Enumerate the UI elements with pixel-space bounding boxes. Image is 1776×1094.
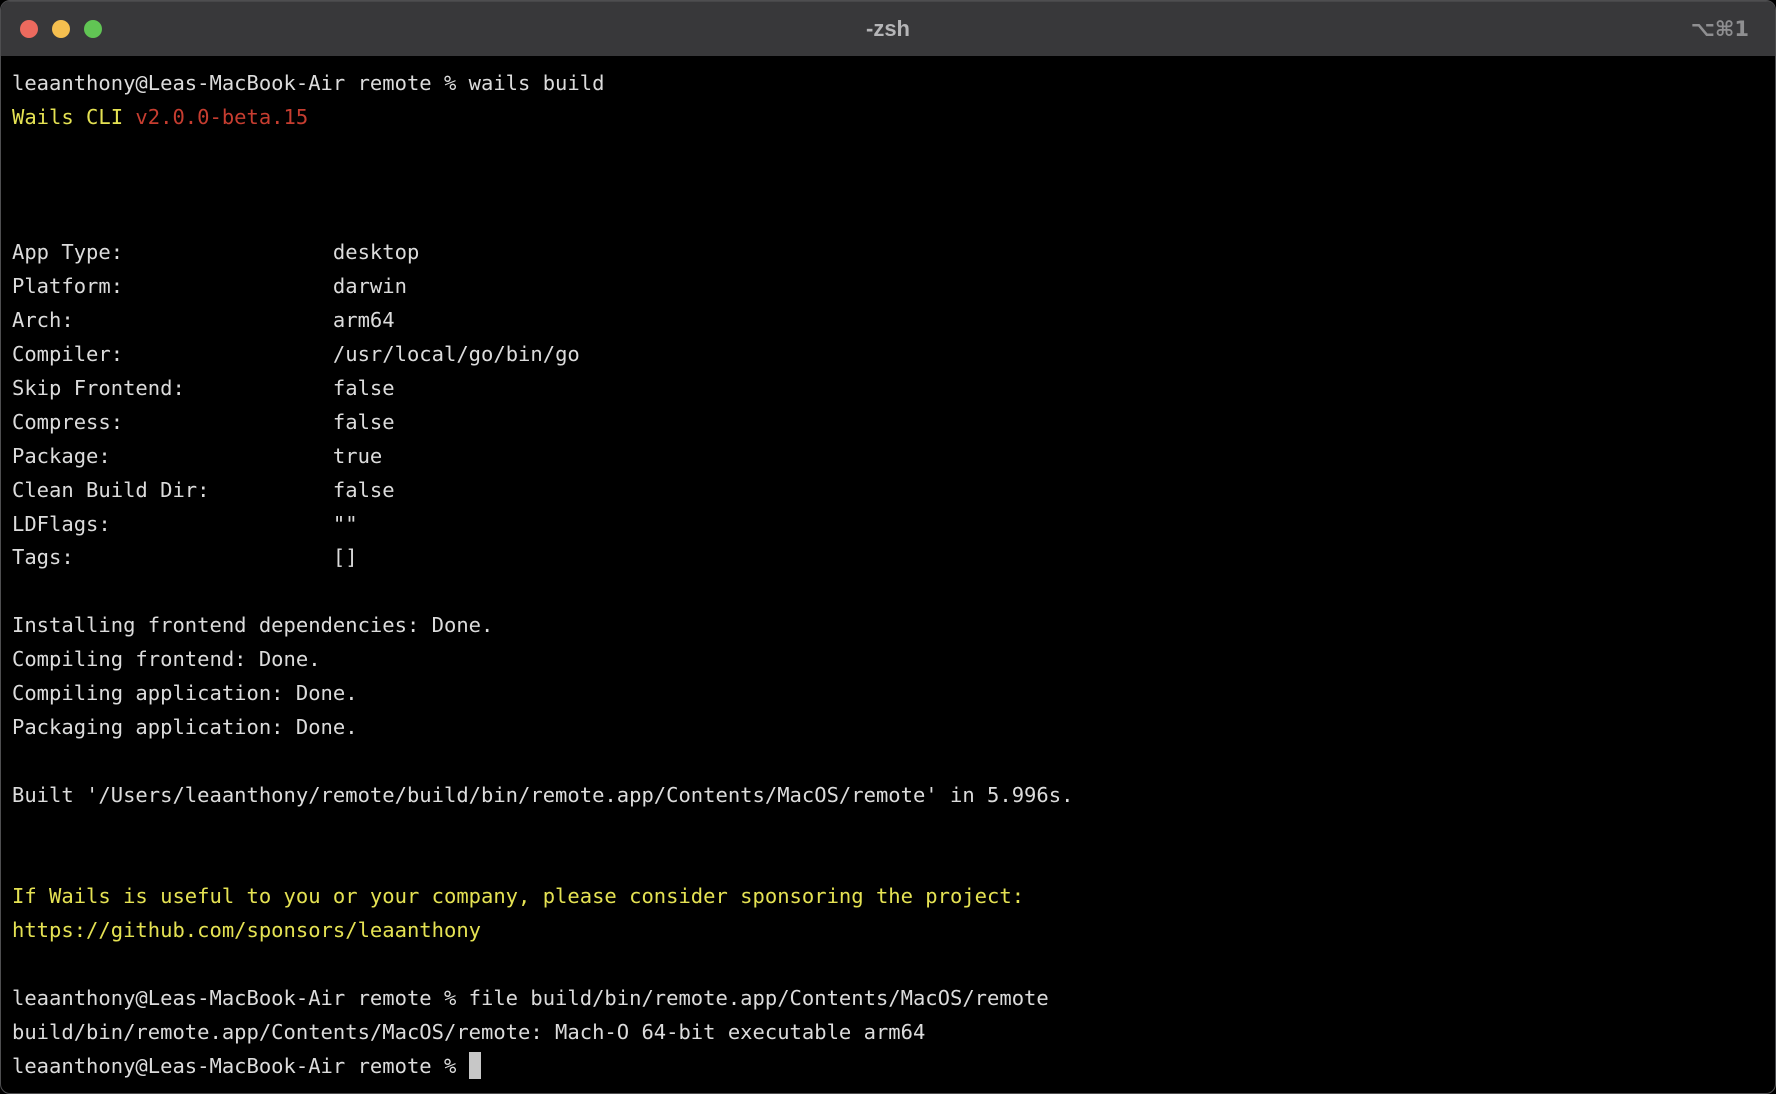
config-value: ""	[111, 512, 358, 536]
terminal-line: App Type: desktop	[12, 236, 1767, 270]
config-value: false	[185, 376, 395, 400]
terminal-line: Clean Build Dir: false	[12, 474, 1767, 508]
config-value: []	[74, 545, 358, 569]
terminal-line	[12, 135, 1767, 169]
terminal-line: leaanthony@Leas-MacBook-Air remote %	[12, 1050, 1767, 1084]
build-step: Installing frontend dependencies: Done.	[12, 613, 493, 637]
terminal-cursor	[469, 1052, 482, 1079]
terminal-window: -zsh ⌥⌘1 leaanthony@Leas-MacBook-Air rem…	[0, 0, 1776, 1094]
config-label: Package:	[12, 444, 111, 468]
terminal-line: https://github.com/sponsors/leaanthony	[12, 914, 1767, 948]
terminal-line: Compiler: /usr/local/go/bin/go	[12, 338, 1767, 372]
sponsor-url: https://github.com/sponsors/leaanthony	[12, 918, 481, 942]
terminal-line	[12, 575, 1767, 609]
build-result: Built '/Users/leaanthony/remote/build/bi…	[12, 783, 1073, 807]
sponsor-message: If Wails is useful to you or your compan…	[12, 884, 1024, 908]
config-value: arm64	[74, 308, 395, 332]
terminal-line	[12, 948, 1767, 982]
window-title: -zsh	[1, 16, 1775, 42]
terminal-line: build/bin/remote.app/Contents/MacOS/remo…	[12, 1016, 1767, 1050]
terminal-line	[12, 745, 1767, 779]
config-label: Compress:	[12, 410, 123, 434]
terminal-line: Packaging application: Done.	[12, 711, 1767, 745]
config-label: App Type:	[12, 240, 123, 264]
terminal-line: Compress: false	[12, 406, 1767, 440]
terminal-line: Platform: darwin	[12, 270, 1767, 304]
config-label: LDFlags:	[12, 512, 111, 536]
config-label: Tags:	[12, 545, 74, 569]
terminal-line: Built '/Users/leaanthony/remote/build/bi…	[12, 779, 1767, 813]
terminal-line	[12, 203, 1767, 237]
terminal-line: Skip Frontend: false	[12, 372, 1767, 406]
terminal-line: Installing frontend dependencies: Done.	[12, 609, 1767, 643]
build-step: Compiling frontend: Done.	[12, 647, 321, 671]
zoom-button[interactable]	[84, 20, 102, 38]
terminal-line: Compiling application: Done.	[12, 677, 1767, 711]
window-controls	[1, 20, 102, 38]
config-label: Clean Build Dir:	[12, 478, 209, 502]
config-value: /usr/local/go/bin/go	[123, 342, 580, 366]
file-command-output: build/bin/remote.app/Contents/MacOS/remo…	[12, 1020, 925, 1044]
config-value: darwin	[123, 274, 407, 298]
terminal-line: leaanthony@Leas-MacBook-Air remote % wai…	[12, 67, 1767, 101]
terminal-screen[interactable]: leaanthony@Leas-MacBook-Air remote % wai…	[1, 56, 1775, 1084]
config-label: Arch:	[12, 308, 74, 332]
terminal-line: LDFlags: ""	[12, 508, 1767, 542]
config-label: Platform:	[12, 274, 123, 298]
config-value: false	[123, 410, 395, 434]
cli-version: v2.0.0-beta.15	[135, 105, 308, 129]
config-value: false	[209, 478, 394, 502]
minimize-button[interactable]	[52, 20, 70, 38]
prompt-command-wails-build: leaanthony@Leas-MacBook-Air remote % wai…	[12, 71, 604, 95]
terminal-line: If Wails is useful to you or your compan…	[12, 880, 1767, 914]
terminal-line: Compiling frontend: Done.	[12, 643, 1767, 677]
titlebar[interactable]: -zsh ⌥⌘1	[1, 1, 1775, 56]
terminal-line: Package: true	[12, 440, 1767, 474]
terminal-line	[12, 169, 1767, 203]
terminal-line: Wails CLI v2.0.0-beta.15	[12, 101, 1767, 135]
cli-name: Wails CLI	[12, 105, 135, 129]
close-button[interactable]	[20, 20, 38, 38]
build-step: Compiling application: Done.	[12, 681, 358, 705]
build-step: Packaging application: Done.	[12, 715, 358, 739]
terminal-line	[12, 813, 1767, 847]
terminal-line: leaanthony@Leas-MacBook-Air remote % fil…	[12, 982, 1767, 1016]
config-value: true	[111, 444, 383, 468]
config-label: Skip Frontend:	[12, 376, 185, 400]
config-label: Compiler:	[12, 342, 123, 366]
prompt: leaanthony@Leas-MacBook-Air remote %	[12, 1054, 469, 1078]
prompt-command-file: leaanthony@Leas-MacBook-Air remote % fil…	[12, 986, 1049, 1010]
terminal-line: Arch: arm64	[12, 304, 1767, 338]
config-value: desktop	[123, 240, 419, 264]
tab-shortcut-hint: ⌥⌘1	[1691, 17, 1749, 41]
terminal-line: Tags: []	[12, 541, 1767, 575]
terminal-line	[12, 846, 1767, 880]
